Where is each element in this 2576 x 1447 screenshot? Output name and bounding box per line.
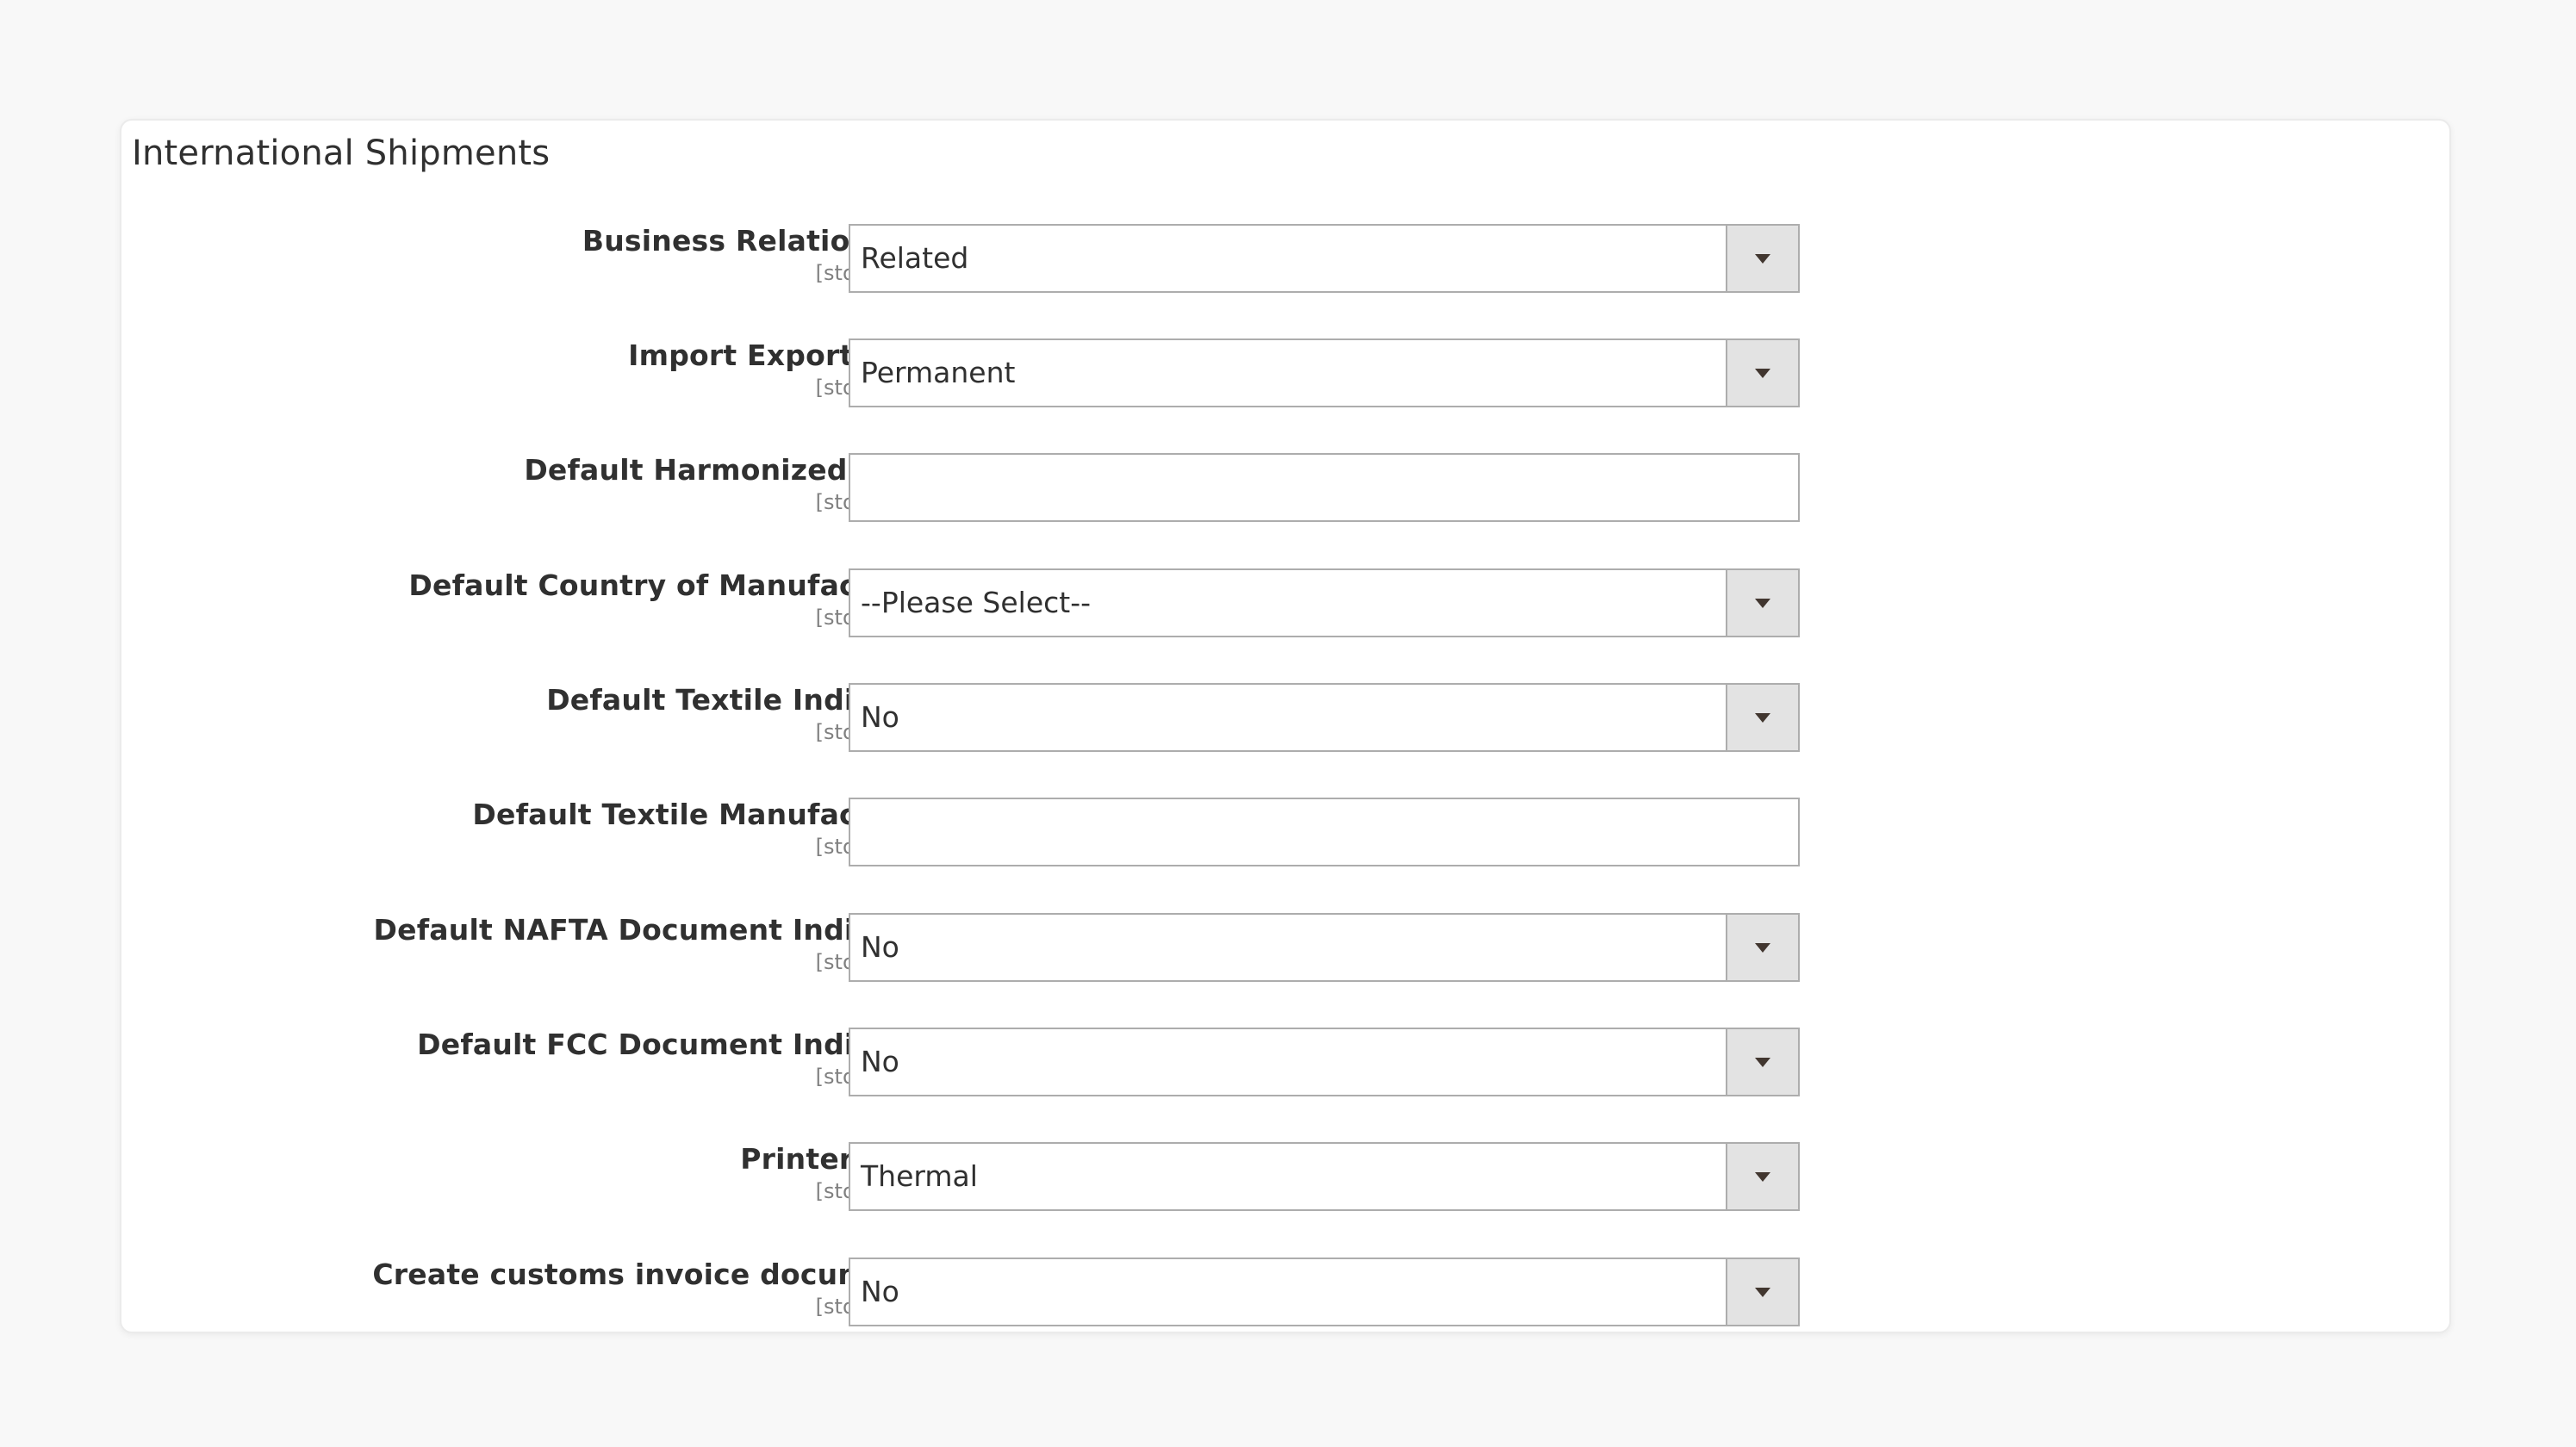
default-textile-manufacturer-input[interactable] bbox=[849, 798, 1800, 866]
field-row-default-harmonized-code: Default Harmonized Code [store view] bbox=[121, 453, 1931, 522]
import-export-type-select[interactable]: Permanent bbox=[849, 338, 1800, 407]
select-value: No bbox=[861, 930, 899, 964]
chevron-down-icon bbox=[1755, 1172, 1770, 1182]
chevron-down-icon bbox=[1755, 943, 1770, 953]
business-relationship-select[interactable]: Related bbox=[849, 224, 1800, 293]
select-value: Permanent bbox=[861, 356, 1016, 389]
chevron-down-icon bbox=[1755, 599, 1770, 608]
default-harmonized-code-input[interactable] bbox=[849, 453, 1800, 522]
dropdown-toggle[interactable] bbox=[1726, 1259, 1798, 1325]
printer-type-select[interactable]: Thermal bbox=[849, 1142, 1800, 1211]
dropdown-toggle[interactable] bbox=[1726, 570, 1798, 636]
field-row-create-customs-invoice-documents: Create customs invoice documents [store … bbox=[121, 1258, 1931, 1326]
dropdown-toggle[interactable] bbox=[1726, 915, 1798, 980]
field-row-default-fcc-document-indicator: Default FCC Document Indicator [store vi… bbox=[121, 1028, 1931, 1096]
chevron-down-icon bbox=[1755, 1288, 1770, 1297]
field-row-import-export-type: Import Export Type [store view] Permanen… bbox=[121, 338, 1931, 407]
chevron-down-icon bbox=[1755, 713, 1770, 723]
field-row-business-relationship: Business Relationship [store view] Relat… bbox=[121, 224, 1931, 293]
default-fcc-document-indicator-select[interactable]: No bbox=[849, 1028, 1800, 1096]
dropdown-toggle[interactable] bbox=[1726, 226, 1798, 291]
select-value: No bbox=[861, 700, 899, 734]
chevron-down-icon bbox=[1755, 1058, 1770, 1067]
default-textile-indicator-select[interactable]: No bbox=[849, 683, 1800, 752]
select-value: Thermal bbox=[861, 1159, 978, 1193]
select-value: Related bbox=[861, 241, 969, 275]
dropdown-toggle[interactable] bbox=[1726, 340, 1798, 406]
select-value: --Please Select-- bbox=[861, 586, 1092, 619]
field-row-default-textile-manufacturer: Default Textile Manufacturer [store view… bbox=[121, 798, 1931, 866]
section-title: International Shipments bbox=[132, 134, 551, 173]
field-row-default-nafta-document-indicator: Default NAFTA Document Indicator [store … bbox=[121, 913, 1931, 982]
dropdown-toggle[interactable] bbox=[1726, 1144, 1798, 1209]
field-row-default-textile-indicator: Default Textile Indicator [store view] N… bbox=[121, 683, 1931, 752]
default-country-of-manufacturer-select[interactable]: --Please Select-- bbox=[849, 568, 1800, 637]
dropdown-toggle[interactable] bbox=[1726, 1029, 1798, 1095]
default-nafta-document-indicator-select[interactable]: No bbox=[849, 913, 1800, 982]
create-customs-invoice-documents-select[interactable]: No bbox=[849, 1258, 1800, 1326]
international-shipments-panel: International Shipments Business Relatio… bbox=[120, 119, 2451, 1333]
chevron-down-icon bbox=[1755, 369, 1770, 378]
field-row-printer-type: Printer Type [store view] Thermal bbox=[121, 1142, 1931, 1211]
chevron-down-icon bbox=[1755, 254, 1770, 264]
field-row-default-country-of-manufacturer: Default Country of Manufacturer [store v… bbox=[121, 568, 1931, 637]
select-value: No bbox=[861, 1275, 899, 1308]
select-value: No bbox=[861, 1045, 899, 1078]
dropdown-toggle[interactable] bbox=[1726, 685, 1798, 750]
